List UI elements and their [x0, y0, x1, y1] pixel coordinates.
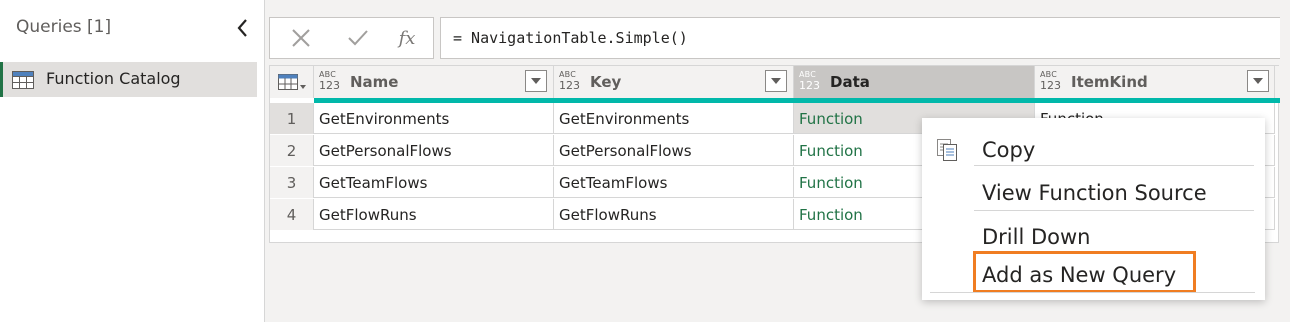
table-cell[interactable]: GetPersonalFlows: [554, 135, 794, 166]
column-header-key[interactable]: ABC 123 Key: [554, 66, 794, 98]
highlight-annotation: [973, 251, 1196, 293]
query-item-label: Function Catalog: [46, 69, 181, 88]
column-header-name[interactable]: ABC 123 Name: [314, 66, 554, 98]
formula-text: = NavigationTable.Simple(): [453, 29, 688, 47]
table-cell[interactable]: GetFlowRuns: [554, 199, 794, 230]
menu-separator: [974, 210, 1254, 211]
table-cell[interactable]: GetFlowRuns: [314, 199, 554, 230]
type-any-icon[interactable]: ABC 123: [559, 71, 581, 93]
filter-dropdown-icon[interactable]: [525, 70, 547, 92]
column-header-itemkind[interactable]: ABC 123 ItemKind: [1035, 66, 1275, 98]
menu-item-drill-down[interactable]: Drill Down: [922, 213, 1265, 253]
queries-header: Queries [1]: [16, 17, 112, 37]
filter-dropdown-icon[interactable]: [765, 70, 787, 92]
table-cell[interactable]: GetTeamFlows: [554, 167, 794, 198]
menu-item-view-function-source[interactable]: View Function Source: [922, 169, 1265, 209]
table-icon: [12, 71, 34, 89]
menu-separator: [930, 292, 1255, 293]
formula-input[interactable]: = NavigationTable.Simple(): [440, 17, 1280, 59]
table-cell[interactable]: GetEnvironments: [314, 103, 554, 134]
row-number[interactable]: 4: [270, 199, 314, 230]
formula-bar: fx = NavigationTable.Simple(): [269, 17, 1280, 59]
table-cell[interactable]: GetEnvironments: [554, 103, 794, 134]
table-cell[interactable]: GetPersonalFlows: [314, 135, 554, 166]
formula-buttons: fx: [269, 17, 434, 59]
menu-item-copy[interactable]: Copy: [922, 126, 1265, 166]
grid-header: ABC 123 Name ABC 123 Key ABC 123 Data ABC 12…: [270, 66, 1280, 98]
table-menu-button[interactable]: [270, 66, 314, 98]
column-header-data[interactable]: ABC 123 Data: [794, 66, 1035, 98]
type-any-icon[interactable]: ABC 123: [319, 71, 341, 93]
menu-separator: [974, 165, 1254, 166]
collapse-pane-icon[interactable]: [234, 17, 252, 39]
cancel-formula-icon[interactable]: [276, 18, 326, 58]
commit-formula-icon[interactable]: [333, 18, 383, 58]
type-any-icon[interactable]: ABC 123: [1040, 71, 1062, 93]
query-item-function-catalog[interactable]: Function Catalog: [0, 62, 257, 97]
row-number[interactable]: 3: [270, 167, 314, 198]
filter-dropdown-icon[interactable]: [1247, 70, 1269, 92]
insert-function-icon[interactable]: fx: [382, 18, 432, 58]
row-number[interactable]: 2: [270, 135, 314, 166]
context-menu: Copy View Function Source Drill Down Add…: [922, 118, 1265, 300]
table-cell[interactable]: GetTeamFlows: [314, 167, 554, 198]
queries-pane: Queries [1] Function Catalog: [0, 0, 265, 322]
copy-icon: [936, 138, 958, 166]
row-number[interactable]: 1: [270, 103, 314, 134]
type-any-icon[interactable]: ABC 123: [799, 71, 821, 93]
